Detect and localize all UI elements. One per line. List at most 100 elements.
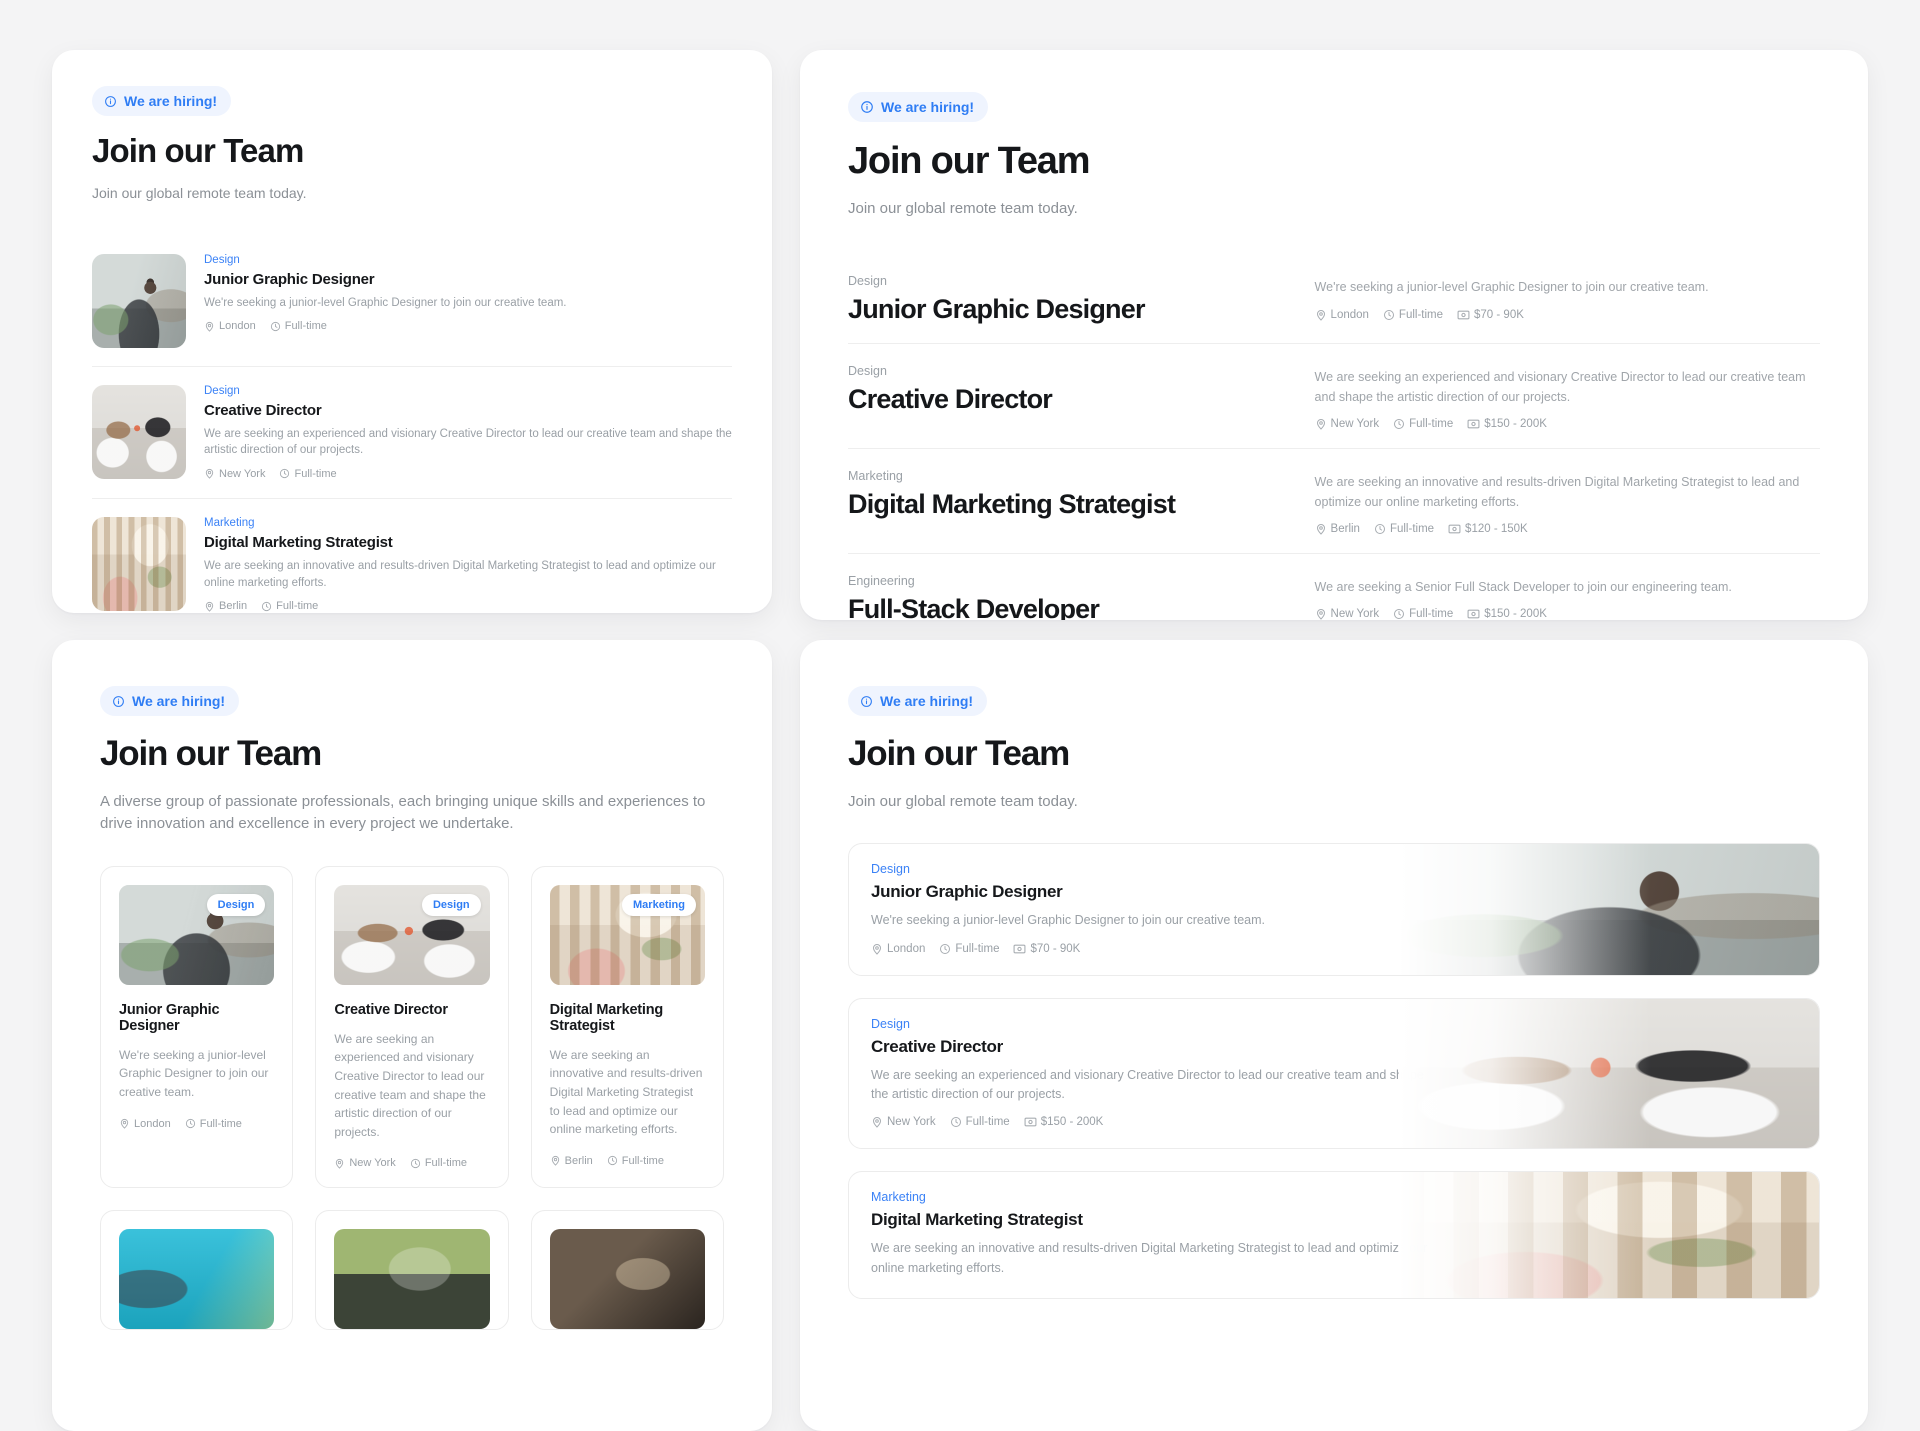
job-type: Full-time — [939, 943, 999, 955]
job-row[interactable]: Engineering Full-Stack Developer We are … — [848, 554, 1820, 620]
job-title: Creative Director — [334, 1001, 448, 1018]
job-row[interactable]: Marketing Digital Marketing Strategist W… — [92, 499, 732, 613]
page-subtitle: Join our global remote team today. — [92, 184, 307, 201]
page-subtitle: Join our global remote team today. — [848, 792, 1078, 810]
job-location-label: New York — [1330, 608, 1380, 620]
job-salary: $70 - 90K — [1457, 309, 1524, 321]
job-location-label: New York — [219, 467, 266, 480]
clock-icon — [607, 1156, 617, 1166]
job-row[interactable]: Design Junior Graphic Designer We're see… — [848, 254, 1820, 345]
page-subtitle: Join our global remote team today. — [848, 199, 1078, 217]
hiring-badge: We are hiring! — [848, 686, 988, 716]
page-title: Join our Team — [848, 734, 1070, 773]
clock-icon — [950, 1117, 961, 1128]
job-row[interactable]: Design Junior Graphic Designer We're see… — [92, 236, 732, 367]
job-photo — [334, 1229, 490, 1330]
job-card[interactable]: Marketing Digital Marketing Strategist W… — [530, 865, 724, 1189]
job-description: We're seeking a junior-level Graphic Des… — [871, 913, 1266, 928]
job-title: Digital Marketing Strategist — [848, 489, 1176, 520]
clock-icon — [1374, 523, 1385, 534]
job-image: Design — [334, 884, 490, 985]
job-location: Berlin — [1315, 523, 1360, 535]
job-type: Full-time — [261, 600, 318, 612]
job-image: Design — [119, 884, 275, 985]
job-category-badge: Design — [206, 893, 266, 916]
job-location: New York — [204, 468, 265, 480]
job-type-label: Full-time — [621, 1154, 664, 1167]
job-table-card: We are hiring! Join our Team Join our gl… — [800, 50, 1868, 620]
job-type-label: Full-time — [955, 942, 1000, 955]
job-type: Full-time — [607, 1155, 664, 1167]
job-row[interactable]: Design Creative Director We are seeking … — [848, 344, 1820, 450]
job-description: We are seeking an innovative and results… — [549, 1047, 703, 1137]
job-type-label: Full-time — [1398, 308, 1444, 321]
job-salary: $120 - 150K — [1448, 523, 1528, 535]
job-list: Design Junior Graphic Designer We're see… — [92, 236, 732, 613]
money-icon — [1014, 944, 1026, 953]
clock-icon — [1383, 309, 1394, 320]
job-row[interactable]: Marketing Digital Marketing Strategist W… — [848, 1171, 1820, 1300]
job-photo — [1399, 998, 1819, 1149]
job-description: We are seeking an experienced and vision… — [204, 427, 732, 457]
job-description: We are seeking an experienced and vision… — [334, 1031, 486, 1139]
job-card[interactable] — [100, 1210, 294, 1331]
job-type: Full-time — [185, 1118, 242, 1130]
job-grid: Design Junior Graphic Designer We're see… — [100, 865, 724, 1189]
job-row[interactable]: Design Creative Director We are seeking … — [92, 367, 732, 499]
job-category: Design — [848, 364, 887, 379]
job-image: Marketing — [549, 884, 705, 985]
money-icon — [1024, 1118, 1037, 1127]
job-location: London — [119, 1118, 171, 1130]
job-location-label: London — [134, 1117, 171, 1130]
job-location-label: London — [219, 320, 256, 333]
clock-icon — [1394, 609, 1405, 620]
job-type-label: Full-time — [284, 320, 327, 333]
job-description: We're seeking a junior-level Graphic Des… — [204, 296, 567, 309]
map-pin-icon — [872, 943, 882, 955]
job-meta: Berlin Full-time — [204, 600, 732, 612]
job-meta: New York Full-time — [334, 1157, 489, 1169]
job-type: Full-time — [1374, 523, 1434, 535]
page-title: Join our Team — [92, 132, 304, 169]
info-circle-icon — [861, 695, 872, 707]
job-title: Junior Graphic Designer — [848, 294, 1145, 325]
clock-icon — [262, 601, 272, 611]
job-meta: Berlin Full-time — [550, 1155, 705, 1167]
job-photo — [119, 1229, 275, 1330]
job-grid-clipped — [100, 1210, 724, 1331]
job-image — [119, 1229, 275, 1330]
job-category-badge: Marketing — [622, 893, 696, 916]
job-card[interactable] — [315, 1210, 509, 1331]
job-type-label: Full-time — [1409, 608, 1454, 620]
job-description: We are seeking an innovative and results… — [1314, 475, 1800, 509]
job-description: We are seeking a Senior Full Stack Devel… — [1314, 579, 1732, 594]
job-meta: Berlin Full-time $120 - 150K — [1315, 523, 1820, 535]
job-meta: London Full-time $70 - 90K — [1315, 309, 1820, 321]
job-meta: New York Full-time $150 - 200K — [1315, 608, 1820, 620]
job-card[interactable]: Design Junior Graphic Designer We're see… — [100, 865, 294, 1189]
job-card[interactable] — [530, 1210, 724, 1331]
money-icon — [1448, 524, 1461, 534]
job-title: Junior Graphic Designer — [204, 270, 375, 288]
job-type-label: Full-time — [199, 1117, 242, 1130]
job-row[interactable]: Marketing Digital Marketing Strategist W… — [848, 449, 1820, 554]
money-icon — [1467, 419, 1480, 429]
job-meta: New York Full-time $150 - 200K — [1315, 418, 1820, 430]
job-card[interactable]: Design Creative Director We are seeking … — [315, 865, 509, 1189]
clock-icon — [940, 943, 951, 954]
map-pin-icon — [551, 1156, 559, 1166]
job-location-label: New York — [349, 1157, 396, 1170]
job-grid-card: We are hiring! Join our Team A diverse g… — [52, 640, 772, 1431]
info-circle-icon — [113, 695, 124, 707]
job-type: Full-time — [950, 1116, 1010, 1128]
job-type: Full-time — [270, 320, 327, 332]
job-row[interactable]: Design Creative Director We are seeking … — [848, 997, 1820, 1150]
job-description: We are seeking an experienced and vision… — [871, 1067, 1424, 1101]
job-photo — [549, 1229, 705, 1330]
job-type: Full-time — [1383, 309, 1443, 321]
job-location-label: Berlin — [1330, 522, 1360, 535]
hiring-badge-label: We are hiring! — [880, 693, 974, 709]
job-location: Berlin — [204, 600, 247, 612]
job-title: Digital Marketing Strategist — [549, 1001, 664, 1034]
job-row[interactable]: Design Junior Graphic Designer We're see… — [848, 843, 1820, 976]
